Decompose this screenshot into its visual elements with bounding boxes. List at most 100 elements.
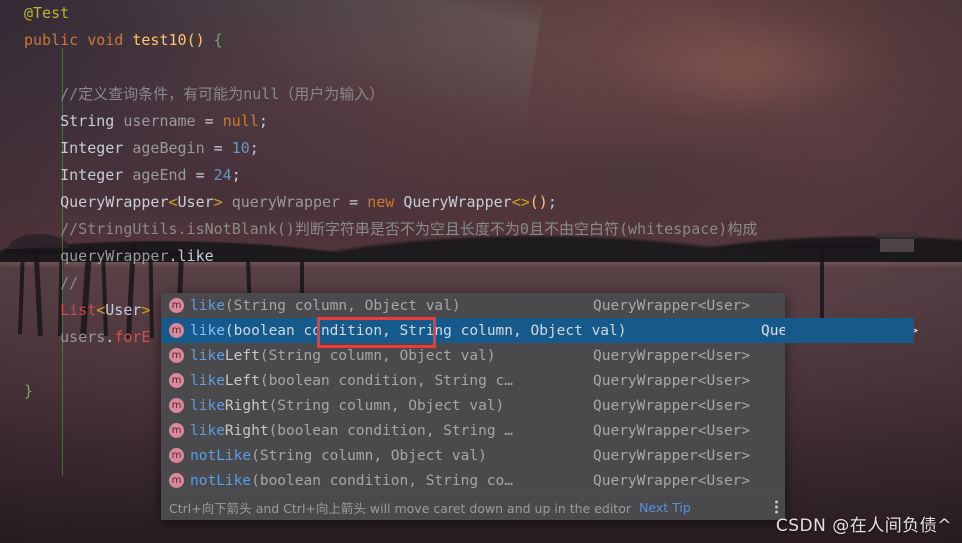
- autocomplete-item-signature: likeLeft(boolean condition, String c…: [190, 372, 514, 389]
- code-token: .: [105, 328, 115, 346]
- code-token: <>: [511, 193, 530, 211]
- autocomplete-item-signature: likeRight(String column, Object val): [190, 397, 505, 414]
- code-token: //StringUtils.isNotBlank()判断字符串是否不为空且长度不…: [60, 220, 758, 238]
- autocomplete-item[interactable]: m like(String column, Object val) QueryWra…: [161, 293, 785, 318]
- autocomplete-item-signature: likeRight(boolean condition, String …: [190, 422, 514, 439]
- code-token: >: [213, 193, 223, 211]
- code-token: User: [177, 193, 214, 211]
- method-icon: m: [169, 423, 184, 438]
- autocomplete-footer: Ctrl+向下箭头 and Ctrl+向上箭头 will move caret …: [161, 493, 785, 520]
- autocomplete-item-return-type: QueryWrapper<User>: [593, 297, 751, 314]
- code-token: =: [186, 166, 214, 184]
- autocomplete-item[interactable]: m likeLeft(boolean condition, String c… Qu…: [161, 368, 785, 393]
- code-token: List: [60, 301, 97, 319]
- code-token: Integer: [60, 139, 124, 157]
- autocomplete-popup[interactable]: m like(String column, Object val) QueryWra…: [161, 293, 918, 520]
- code-token: ;: [258, 112, 268, 130]
- autocomplete-item[interactable]: m like(boolean condition, String column, …: [161, 318, 918, 343]
- code-token: =: [340, 193, 368, 211]
- autocomplete-item-return-type: QueryWrapper<User>: [593, 447, 751, 464]
- code-token: String: [60, 112, 115, 130]
- autocomplete-item-return-type: QueryWrapper<User>: [593, 397, 751, 414]
- code-line: @Test: [0, 0, 962, 27]
- code-line: queryWrapper.like: [0, 243, 962, 270]
- code-token: username: [123, 112, 196, 130]
- code-line: Integer ageBegin = 10;: [0, 135, 962, 162]
- code-line: QueryWrapper<User> queryWrapper = new Qu…: [0, 189, 962, 216]
- autocomplete-item-signature: like(boolean condition, String column, O…: [190, 322, 627, 339]
- autocomplete-item[interactable]: m likeLeft(String column, Object val) Quer…: [161, 343, 785, 368]
- code-token: ageEnd: [132, 166, 187, 184]
- code-line: //定义查询条件，有可能为null（用户为输入）: [0, 81, 962, 108]
- code-token: void: [87, 31, 124, 49]
- autocomplete-item[interactable]: m likeRight(boolean condition, String … Qu…: [161, 418, 785, 443]
- autocomplete-item-signature: likeLeft(String column, Object val): [190, 347, 496, 364]
- autocomplete-selection-extension: [785, 318, 914, 343]
- code-token: Integer: [60, 166, 124, 184]
- code-token: =: [195, 112, 223, 130]
- method-icon: m: [169, 298, 184, 313]
- code-token: @Test: [24, 4, 70, 22]
- code-token: QueryWrapper: [60, 193, 169, 211]
- code-token: ;: [249, 139, 259, 157]
- code-token: (): [186, 31, 205, 49]
- autocomplete-item-signature: notLike(boolean condition, String co…: [190, 472, 514, 489]
- autocomplete-item-return-type: QueryWrapper<User>: [593, 472, 751, 489]
- code-token: ageBegin: [132, 139, 205, 157]
- code-token: {: [213, 31, 223, 49]
- code-token: users: [60, 328, 106, 346]
- code-line: //StringUtils.isNotBlank()判断字符串是否不为空且长度不…: [0, 216, 962, 243]
- autocomplete-item-return-type: QueryWrapper<User>: [593, 422, 751, 439]
- watermark-text: CSDN @在人间负债^: [775, 516, 952, 536]
- code-line: Integer ageEnd = 24;: [0, 162, 962, 189]
- code-token: >: [141, 301, 151, 319]
- code-token: <: [96, 301, 106, 319]
- code-token: .: [168, 247, 178, 265]
- code-token: queryWrapper: [231, 193, 341, 211]
- code-token: =: [204, 139, 232, 157]
- method-icon: m: [169, 348, 184, 363]
- code-token: public: [24, 31, 79, 49]
- code-line: public void test10() {: [0, 27, 962, 54]
- code-token: (): [529, 193, 548, 211]
- autocomplete-item-return-type: QueryWrapper<User>: [593, 372, 751, 389]
- code-token: User: [105, 301, 142, 319]
- method-icon: m: [169, 398, 184, 413]
- code-token: <: [168, 193, 178, 211]
- autocomplete-item-return-type: QueryWrapper<User>: [593, 347, 751, 364]
- code-line: String username = null;: [0, 108, 962, 135]
- method-icon: m: [169, 323, 184, 338]
- code-token: }: [24, 382, 34, 400]
- code-token: null: [222, 112, 259, 130]
- code-token: test10: [132, 31, 187, 49]
- code-token: ;: [547, 193, 557, 211]
- method-icon: m: [169, 473, 184, 488]
- code-token: new: [367, 193, 395, 211]
- autocomplete-item[interactable]: m likeRight(String column, Object val) Que…: [161, 393, 785, 418]
- method-icon: m: [169, 448, 184, 463]
- autocomplete-item[interactable]: m notLike(boolean condition, String co… Qu…: [161, 468, 785, 493]
- autocomplete-hint-text: Ctrl+向下箭头 and Ctrl+向上箭头 will move caret …: [169, 500, 631, 516]
- code-token: QueryWrapper: [403, 193, 512, 211]
- code-token: forE: [114, 328, 151, 346]
- code-token: //: [60, 274, 79, 292]
- code-token: queryWrapper: [60, 247, 169, 265]
- autocomplete-list[interactable]: m like(String column, Object val) QueryWra…: [161, 293, 918, 493]
- code-token: ;: [231, 166, 241, 184]
- autocomplete-item-signature: notLike(String column, Object val): [190, 447, 487, 464]
- code-token: //定义查询条件，有可能为null（用户为输入）: [60, 85, 385, 103]
- next-tip-link[interactable]: Next Tip: [639, 500, 691, 515]
- code-token: 10: [231, 139, 250, 157]
- method-icon: m: [169, 373, 184, 388]
- code-token: 24: [213, 166, 232, 184]
- code-token: like: [177, 247, 214, 265]
- autocomplete-item-signature: like(String column, Object val): [190, 297, 461, 314]
- autocomplete-item[interactable]: m notLike(String column, Object val) Query…: [161, 443, 785, 468]
- screenshot-root: @Test public void test10() { //定义查询条件，有可能…: [0, 0, 962, 543]
